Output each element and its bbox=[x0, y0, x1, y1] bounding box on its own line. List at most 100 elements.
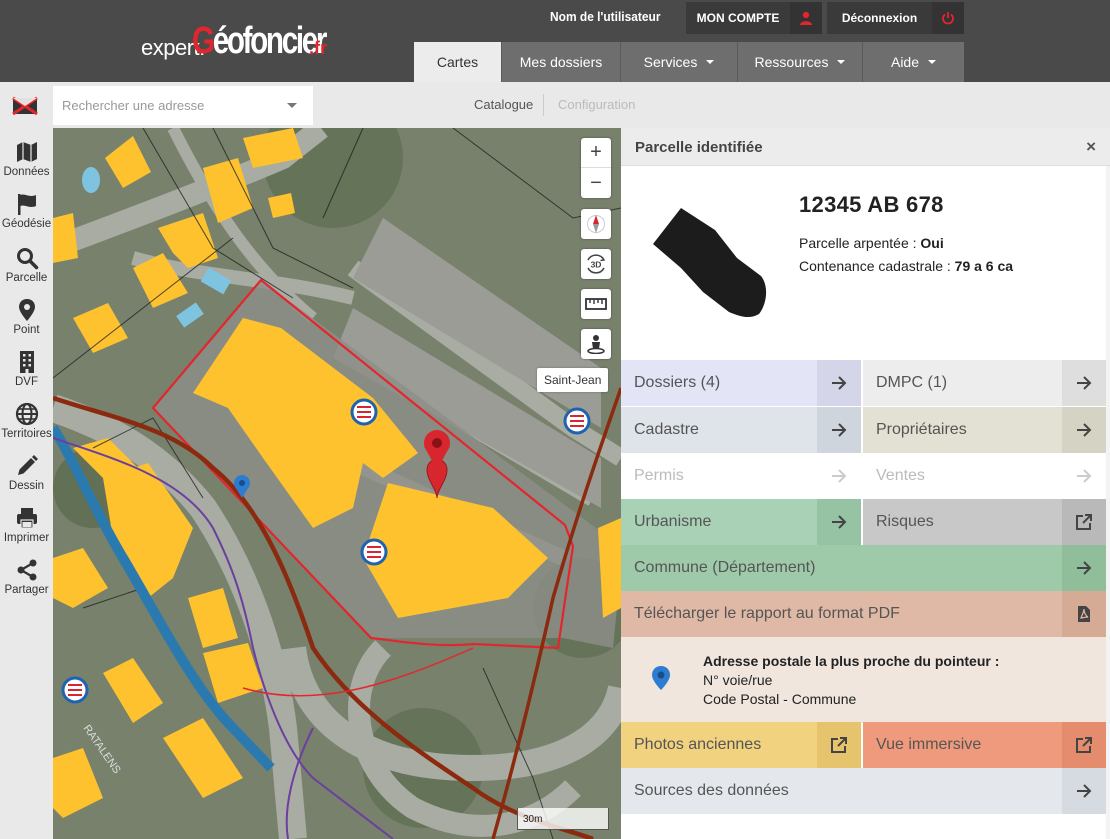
immersive-view-button[interactable]: Vue immersive bbox=[863, 722, 1106, 768]
address-search-input[interactable] bbox=[62, 98, 282, 113]
sidebar-item-donnees[interactable]: Données bbox=[0, 140, 53, 192]
data-sources-button[interactable]: Sources des données bbox=[621, 768, 1106, 814]
view-3d-button[interactable]: 3D bbox=[581, 249, 611, 279]
sidebar-item-point[interactable]: Point bbox=[0, 298, 53, 350]
risques-button[interactable]: Risques bbox=[863, 499, 1106, 545]
top-header: expert. Géofoncier .fr Nom de l'utilisat… bbox=[0, 0, 1110, 82]
panel-header: Parcelle identifiée × bbox=[621, 128, 1110, 166]
blue-pin-icon bbox=[652, 666, 670, 690]
urbanisme-button[interactable]: Urbanisme bbox=[621, 499, 861, 545]
parcel-panel: Parcelle identifiée × 12345 AB 678 Parce… bbox=[621, 128, 1110, 839]
chevron-down-icon bbox=[928, 60, 937, 64]
arrow-right-icon bbox=[1062, 768, 1106, 814]
tab-ressources[interactable]: Ressources bbox=[738, 42, 863, 82]
measure-button[interactable] bbox=[581, 289, 611, 319]
logout-button[interactable]: Déconnexion bbox=[827, 2, 964, 34]
address-city: Code Postal - Commune bbox=[703, 691, 857, 707]
scale-bar: 30m bbox=[517, 808, 609, 830]
parcel-surveyed: Parcelle arpentée : Oui bbox=[799, 235, 944, 251]
arrow-right-icon bbox=[817, 407, 861, 453]
logo-suffix: .fr bbox=[309, 38, 327, 58]
ventes-button: Ventes bbox=[863, 453, 1106, 499]
rotate-3d-icon: 3D bbox=[587, 254, 606, 274]
sidebar-item-partager[interactable]: Partager bbox=[0, 558, 53, 610]
account-button-label: MON COMPTE bbox=[696, 11, 780, 25]
external-link-icon bbox=[817, 722, 861, 768]
arrow-right-icon bbox=[1062, 407, 1106, 453]
external-link-icon bbox=[1062, 499, 1106, 545]
panel-scrollbar[interactable] bbox=[1106, 166, 1110, 839]
chevron-down-icon bbox=[837, 60, 846, 64]
proprietaires-button[interactable]: Propriétaires bbox=[863, 407, 1106, 453]
cadastre-button[interactable]: Cadastre bbox=[621, 407, 861, 453]
tab-services[interactable]: Services bbox=[621, 42, 738, 82]
zoom-out-button[interactable]: − bbox=[581, 168, 611, 198]
username-label: Nom de l'utilisateur bbox=[550, 9, 661, 24]
sidebar-item-dvf[interactable]: DVF bbox=[0, 350, 53, 402]
ruler-icon bbox=[585, 298, 607, 310]
old-photos-button[interactable]: Photos anciennes bbox=[621, 722, 861, 768]
place-label: Saint-Jean bbox=[537, 368, 609, 392]
person-icon bbox=[587, 335, 605, 354]
layers-toggle-icon[interactable] bbox=[12, 96, 38, 116]
address-title: Adresse postale la plus proche du pointe… bbox=[703, 653, 1000, 669]
search-icon bbox=[16, 248, 38, 270]
globe-icon bbox=[15, 402, 38, 426]
sidebar-item-geodesie[interactable]: Géodésie bbox=[0, 192, 53, 244]
parcel-area: Contenance cadastrale : 79 a 6 ca bbox=[799, 258, 1014, 274]
arrow-right-icon bbox=[1062, 545, 1106, 591]
main-nav: Cartes Mes dossiers Services Ressources … bbox=[414, 42, 964, 82]
close-icon[interactable]: × bbox=[1086, 137, 1096, 157]
compass-button[interactable] bbox=[581, 209, 611, 239]
catalogue-link[interactable]: Catalogue bbox=[474, 97, 533, 112]
dmpc-button[interactable]: DMPC (1) bbox=[863, 360, 1106, 406]
tab-aide[interactable]: Aide bbox=[863, 42, 964, 82]
commune-button[interactable]: Commune (Département) bbox=[621, 545, 1106, 591]
nearest-address: Adresse postale la plus proche du pointe… bbox=[621, 637, 1106, 723]
external-link-icon bbox=[1062, 722, 1106, 768]
dossier-marker-icon[interactable] bbox=[350, 398, 378, 426]
configuration-link: Configuration bbox=[558, 97, 636, 112]
building-icon bbox=[19, 351, 34, 373]
sidebar-item-imprimer[interactable]: Imprimer bbox=[0, 506, 53, 558]
map-view[interactable]: RATALENS + − 3D Saint-Jean 30m bbox=[53, 128, 621, 839]
street-view-button[interactable] bbox=[581, 329, 611, 359]
divider bbox=[543, 94, 544, 116]
printer-icon bbox=[16, 508, 37, 529]
aerial-map[interactable]: RATALENS bbox=[53, 128, 621, 839]
logout-button-label: Déconnexion bbox=[841, 11, 918, 25]
pdf-file-icon bbox=[1062, 591, 1106, 637]
logo-main: Géofoncier bbox=[192, 20, 327, 62]
site-logo[interactable]: expert. Géofoncier .fr bbox=[141, 18, 341, 64]
tab-mes-dossiers[interactable]: Mes dossiers bbox=[502, 42, 621, 82]
account-button[interactable]: MON COMPTE bbox=[686, 2, 822, 34]
arrow-right-icon bbox=[1062, 453, 1106, 499]
address-street: N° voie/rue bbox=[703, 672, 773, 688]
sidebar-item-territoires[interactable]: Territoires bbox=[0, 402, 53, 454]
panel-title: Parcelle identifiée bbox=[635, 139, 763, 156]
share-icon bbox=[17, 559, 36, 581]
zoom-in-button[interactable]: + bbox=[581, 138, 611, 168]
permis-button: Permis bbox=[621, 453, 861, 499]
download-report-button[interactable]: Télécharger le rapport au format PDF bbox=[621, 591, 1106, 637]
arrow-right-icon bbox=[817, 499, 861, 545]
pin-icon bbox=[18, 299, 35, 321]
dossier-marker-icon[interactable] bbox=[360, 538, 388, 566]
map-icon bbox=[16, 142, 37, 162]
address-search[interactable] bbox=[53, 86, 313, 125]
compass-icon bbox=[587, 215, 605, 233]
dossier-marker-icon[interactable] bbox=[563, 407, 591, 435]
chevron-down-icon[interactable] bbox=[287, 103, 297, 108]
dossiers-button[interactable]: Dossiers (4) bbox=[621, 360, 861, 406]
arrow-right-icon bbox=[1062, 360, 1106, 406]
power-icon bbox=[932, 2, 964, 34]
user-icon bbox=[790, 2, 822, 34]
pencil-icon bbox=[17, 455, 38, 475]
flag-icon bbox=[17, 194, 36, 215]
sidebar-item-parcelle[interactable]: Parcelle bbox=[0, 246, 53, 298]
tab-cartes[interactable]: Cartes bbox=[414, 42, 502, 82]
dossier-marker-icon[interactable] bbox=[61, 676, 89, 704]
sidebar-item-dessin[interactable]: Dessin bbox=[0, 454, 53, 506]
left-sidebar: Données Géodésie Parcelle Point DVF Terr… bbox=[0, 128, 53, 839]
zoom-control: + − bbox=[581, 138, 611, 198]
